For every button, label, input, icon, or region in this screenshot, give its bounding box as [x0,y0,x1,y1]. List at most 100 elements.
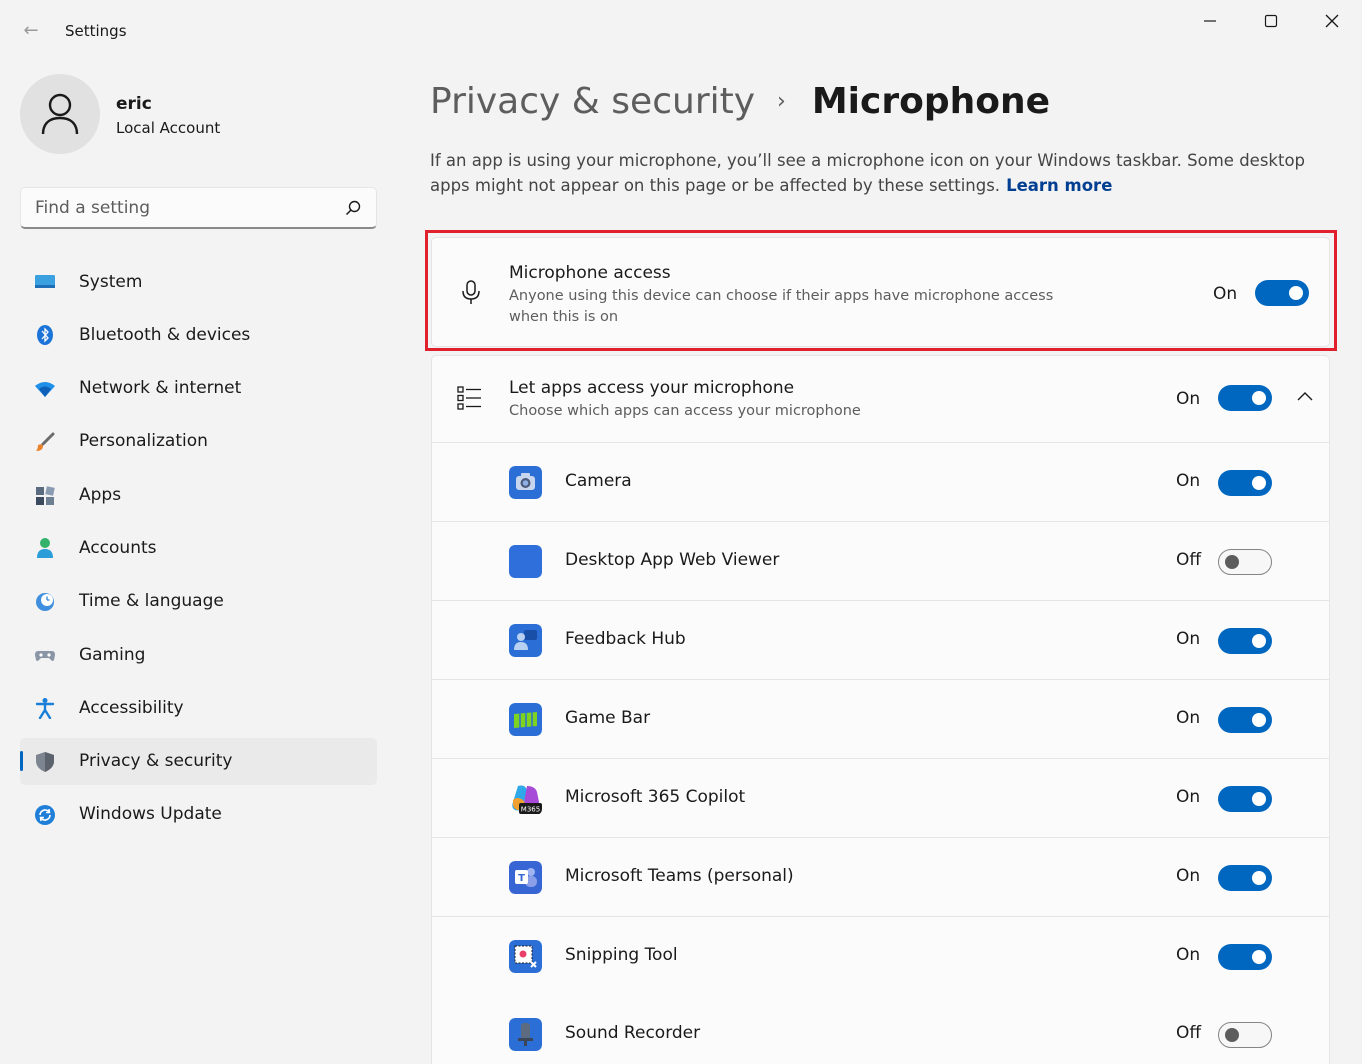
sidebar-item-label: Bluetooth & devices [79,324,251,345]
app-row-microsoft-365-copilot: M365 Microsoft 365 Copilot On [431,759,1330,838]
app-state: On [1176,945,1201,965]
toggle-knob [1252,713,1266,727]
sidebar-item-gaming[interactable]: Gaming [20,631,377,678]
sidebar-item-label: Network & internet [79,378,242,399]
learn-more-link[interactable]: Learn more [1006,176,1112,195]
toggle-knob [1225,555,1239,569]
accessibility-icon [35,698,55,720]
breadcrumb-parent[interactable]: Privacy & security [430,81,755,122]
app-toggle-microsoft-teams[interactable] [1218,865,1272,891]
app-name: Microsoft Teams (personal) [565,866,794,886]
toggle-knob [1252,634,1266,648]
clock-globe-icon [36,592,54,611]
app-toggle-snipping-tool[interactable] [1218,944,1272,970]
sidebar-item-label: Accessibility [79,697,184,718]
sidebar-item-apps[interactable]: Apps [20,471,377,518]
avatar[interactable] [20,74,100,154]
page-description: If an app is using your microphone, you’… [430,148,1320,198]
app-state: Off [1176,1023,1202,1043]
app-state: On [1176,787,1201,807]
toggle-knob [1252,391,1266,405]
close-button[interactable] [1309,6,1355,36]
sidebar-item-label: Privacy & security [79,751,233,772]
system-icon [35,275,55,288]
snipping-tool-app-icon [509,940,542,973]
app-state: Off [1176,550,1202,570]
maximize-button[interactable] [1248,6,1294,36]
app-toggle-game-bar[interactable] [1218,707,1272,733]
app-toggle-microsoft-365-copilot[interactable] [1218,786,1272,812]
web-viewer-app-icon [509,545,542,578]
sidebar-item-network[interactable]: Network & internet [20,365,377,412]
sidebar-item-bluetooth[interactable]: Bluetooth & devices [20,311,377,358]
app-row-feedback-hub: Feedback Hub On [431,601,1330,680]
teams-app-icon: T [509,861,542,894]
sidebar-item-label: System [79,271,143,292]
sidebar-item-label: Personalization [79,431,208,452]
sidebar-item-label: Accounts [79,537,157,558]
app-row-camera: Camera On [431,443,1330,522]
app-name: Sound Recorder [565,1023,701,1043]
app-toggle-desktop-app-web-viewer[interactable] [1218,549,1272,575]
page-title: Microphone [811,80,1051,122]
app-state: On [1176,866,1201,886]
app-row-game-bar: Game Bar On [431,680,1330,759]
sidebar-nav: System Bluetooth & devices Network & int… [20,258,377,844]
feedback-hub-app-icon [509,624,542,657]
sound-recorder-app-icon [509,1018,542,1051]
game-bar-app-icon [509,703,542,736]
app-state: On [1176,629,1201,649]
app-state: On [1176,471,1201,491]
m365-badge-text: M365 [521,806,540,814]
brush-icon [36,432,55,451]
sidebar-item-privacy-security[interactable]: Privacy & security [20,737,377,785]
app-row-snipping-tool: Snipping Tool On [431,917,1330,996]
minimize-icon [1204,20,1216,22]
toggle-knob [1225,1028,1239,1042]
search-icon[interactable] [344,199,362,217]
toggle-knob [1252,950,1266,964]
minimize-button[interactable] [1187,6,1233,36]
microphone-access-toggle[interactable] [1255,280,1309,306]
sidebar-item-personalization[interactable]: Personalization [20,418,377,465]
search-box[interactable] [20,187,377,229]
app-toggle-camera[interactable] [1218,470,1272,496]
app-name: Game Bar [565,708,651,728]
sidebar-item-label: Gaming [79,644,146,665]
user-icon [41,93,79,135]
sidebar-item-time-language[interactable]: Time & language [20,578,377,625]
microphone-access-subtitle-1: Anyone using this device can choose if t… [509,288,1054,304]
toggle-knob [1252,792,1266,806]
sidebar-item-accounts[interactable]: Accounts [20,524,377,571]
title-bar: ← Settings [0,0,1362,62]
wifi-icon [35,381,55,397]
back-arrow-icon: ← [23,20,39,41]
microphone-access-subtitle-2: when this is on [509,309,619,325]
microphone-access-title: Microphone access [509,263,671,283]
app-toggle-sound-recorder[interactable] [1218,1022,1272,1048]
accounts-icon [37,538,53,559]
m365-copilot-app-icon: M365 [512,785,542,814]
sidebar-item-windows-update[interactable]: Windows Update [20,791,377,838]
chevron-up-icon[interactable] [1296,388,1314,406]
apps-access-header[interactable]: Let apps access your microphone Choose w… [431,355,1330,443]
apps-access-title: Let apps access your microphone [509,378,795,398]
sidebar-item-system[interactable]: System [20,258,377,305]
app-name: Microsoft 365 Copilot [565,787,746,807]
apps-access-subtitle: Choose which apps can access your microp… [509,403,861,419]
app-name: Feedback Hub [565,629,686,649]
teams-badge-text: T [518,873,525,884]
sidebar-item-accessibility[interactable]: Accessibility [20,684,377,731]
gamepad-icon [35,651,55,662]
apps-access-toggle[interactable] [1218,385,1272,411]
app-row-desktop-app-web-viewer: Desktop App Web Viewer Off [431,522,1330,601]
bluetooth-icon [37,325,53,346]
app-toggle-feedback-hub[interactable] [1218,628,1272,654]
microphone-access-card: Microphone access Anyone using this devi… [431,237,1330,347]
back-button[interactable]: ← [18,20,44,42]
search-input[interactable] [35,197,335,219]
user-name: eric [116,94,152,114]
list-icon [457,386,481,410]
microphone-icon [462,280,480,304]
app-row-microsoft-teams: T Microsoft Teams (personal) On [431,838,1330,917]
